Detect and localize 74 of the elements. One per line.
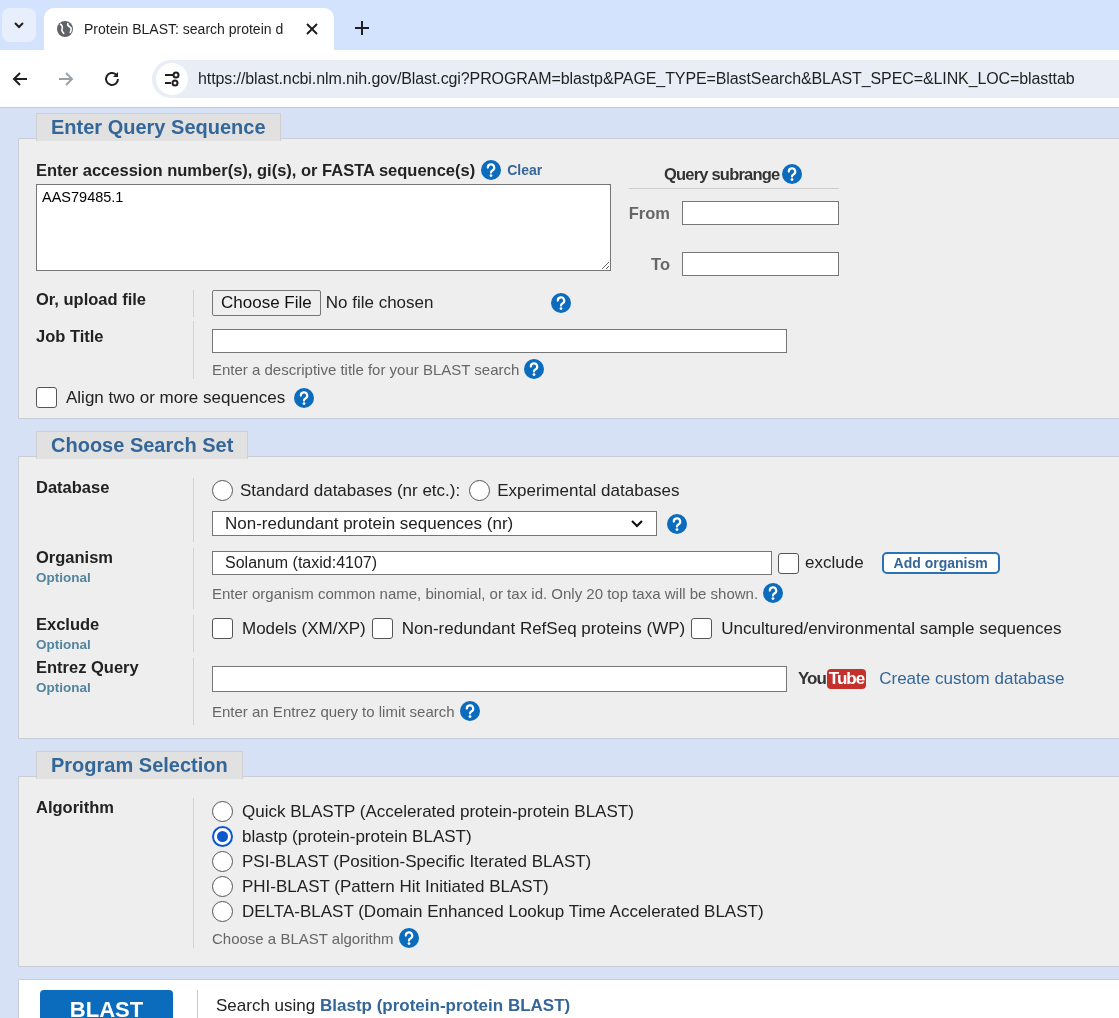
field-label: Or, upload file (36, 290, 147, 309)
help-icon[interactable] (294, 387, 315, 408)
checkbox-label: Align two or more sequences (66, 387, 286, 408)
field-label: Algorithm (36, 798, 115, 817)
checkbox-label: Uncultured/environmental sample sequences (721, 618, 1062, 639)
help-icon[interactable] (550, 293, 571, 313)
checkbox[interactable] (371, 618, 393, 639)
blast-button[interactable]: BLAST (40, 990, 173, 1018)
radio-button[interactable] (469, 480, 491, 501)
radio-button[interactable] (212, 851, 233, 872)
radio-button[interactable] (212, 480, 233, 501)
site-settings-icon[interactable] (156, 62, 188, 95)
organism-input[interactable]: Solanum (taxid:4107) (212, 551, 772, 575)
radio-label: DELTA-BLAST (Domain Enhanced Lookup Time Accelerated BLAST) (242, 901, 764, 922)
tab-title: Protein BLAST: search protein d (84, 21, 285, 37)
chevron-down-icon (630, 518, 644, 529)
add-organism-button[interactable]: Add organism (881, 552, 1000, 574)
help-icon[interactable] (524, 359, 545, 379)
radio-button[interactable] (212, 901, 233, 922)
help-icon[interactable] (459, 701, 480, 721)
checkbox-label: Non-redundant RefSeq proteins (WP) (401, 618, 686, 639)
checkbox[interactable] (36, 387, 57, 408)
entrez-query-input[interactable] (212, 666, 787, 692)
from-input[interactable] (682, 201, 839, 225)
checkbox[interactable] (212, 618, 233, 639)
checkbox-label: exclude (805, 553, 864, 573)
field-label: To (651, 254, 670, 274)
radio-label: blastp (protein-protein BLAST) (242, 826, 472, 847)
help-icon[interactable] (763, 583, 784, 603)
field-label: Job Title (36, 327, 105, 346)
choose-file-button[interactable]: Choose File (212, 290, 321, 316)
section-title: Enter Query Sequence (36, 113, 281, 141)
radio-label: Experimental databases (497, 480, 680, 501)
radio-button[interactable] (212, 826, 233, 847)
to-input[interactable] (682, 252, 839, 276)
database-select[interactable]: Non-redundant protein sequences (nr) (212, 511, 657, 536)
submit-description: Search using Blastp (protein-protein BLAST) (216, 996, 571, 1016)
radio-label: PHI-BLAST (Pattern Hit Initiated BLAST) (242, 876, 549, 897)
radio-label: Standard databases (nr etc.): (240, 480, 461, 501)
radio-button[interactable] (212, 801, 233, 822)
field-label: Database (36, 478, 111, 497)
radio-label: PSI-BLAST (Position-Specific Iterated BLAST) (242, 851, 592, 872)
hint-text: Enter organism common name, binomial, or tax id. Only 20 top taxa will be shown. (212, 584, 759, 602)
radio-button[interactable] (212, 876, 233, 897)
field-label: From (628, 203, 670, 223)
checkbox[interactable] (778, 552, 799, 574)
optional-label: Optional (36, 680, 92, 695)
field-label: Entrez Query (36, 658, 140, 677)
help-icon[interactable] (481, 160, 502, 180)
job-title-input[interactable] (212, 329, 787, 353)
section-title: Choose Search Set (36, 431, 249, 459)
browser-tab[interactable]: Protein BLAST: search protein d (44, 8, 334, 50)
field-label: Organism (36, 548, 115, 567)
hint-text: Choose a BLAST algorithm (212, 929, 394, 947)
help-icon[interactable] (782, 164, 803, 184)
optional-label: Optional (36, 637, 92, 652)
tab-list-button[interactable] (2, 8, 36, 42)
create-database-link[interactable]: Create custom database (879, 669, 1065, 689)
optional-label: Optional (36, 570, 92, 585)
checkbox-label: Models (XM/XP) (242, 618, 366, 639)
sequence-input[interactable]: AAS79485.1 (36, 184, 611, 271)
field-label: Enter accession number(s), gi(s), or FASTA sequence(s) (36, 160, 476, 180)
help-icon[interactable] (398, 928, 419, 948)
section-title: Program Selection (36, 751, 243, 779)
file-status: No file chosen (325, 293, 435, 313)
radio-label: Quick BLASTP (Accelerated protein-protein BLAST) (242, 801, 634, 822)
clear-link[interactable]: Clear (507, 162, 543, 178)
field-label: Exclude (36, 615, 101, 634)
globe-icon (56, 20, 74, 38)
help-icon[interactable] (667, 513, 687, 534)
checkbox[interactable] (691, 618, 713, 639)
hint-text: Enter a descriptive title for your BLAST search (212, 360, 520, 378)
subrange-title: Query subrange (664, 164, 780, 184)
hint-text: Enter an Entrez query to limit search (212, 702, 455, 720)
